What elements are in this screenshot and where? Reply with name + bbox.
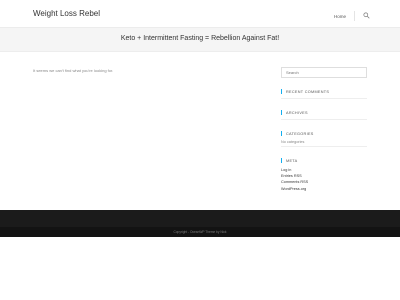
- recent-comments-widget: Recent Comments: [281, 88, 367, 99]
- widget-title-text: Archives: [286, 110, 308, 115]
- nav-item-home[interactable]: Home: [334, 14, 346, 19]
- widget-title: Meta: [281, 157, 367, 164]
- categories-widget: Categories No categories: [281, 130, 367, 147]
- widget-title: Archives: [281, 109, 367, 116]
- widget-title-text: Meta: [286, 158, 298, 163]
- not-found-message: It seems we can't find what you're looki…: [33, 68, 114, 73]
- sidebar-search-input[interactable]: [281, 67, 367, 78]
- widget-title: Recent Comments: [281, 88, 367, 95]
- widget-accent-bar: [281, 110, 282, 115]
- widget-accent-bar: [281, 158, 282, 163]
- no-categories-text: No categories: [281, 140, 305, 144]
- footer-copyright: Copyright - OceanWP Theme by Nick: [173, 230, 227, 234]
- meta-link-wordpress-org[interactable]: WordPress.org: [281, 186, 367, 192]
- main-nav: Home: [334, 11, 370, 21]
- site-header: Weight Loss Rebel Home: [0, 0, 400, 28]
- sidebar: Recent Comments Archives Categories No c…: [281, 67, 367, 192]
- search-icon[interactable]: [363, 11, 370, 19]
- archives-widget: Archives: [281, 109, 367, 120]
- widget-title: Categories: [281, 130, 367, 137]
- nav-divider: [354, 11, 355, 21]
- widget-title-text: Categories: [286, 131, 314, 136]
- page-header: Keto + Intermittent Fasting = Rebellion …: [0, 28, 400, 52]
- widget-accent-bar: [281, 89, 282, 94]
- site-title-link[interactable]: Weight Loss Rebel: [33, 9, 100, 18]
- page-title: Keto + Intermittent Fasting = Rebellion …: [120, 35, 280, 42]
- meta-widget: Meta Log in Entries RSS Comments RSS Wor…: [281, 157, 367, 192]
- meta-links-list: Log in Entries RSS Comments RSS WordPres…: [281, 164, 367, 192]
- widget-accent-bar: [281, 131, 282, 136]
- widget-title-text: Recent Comments: [286, 89, 330, 94]
